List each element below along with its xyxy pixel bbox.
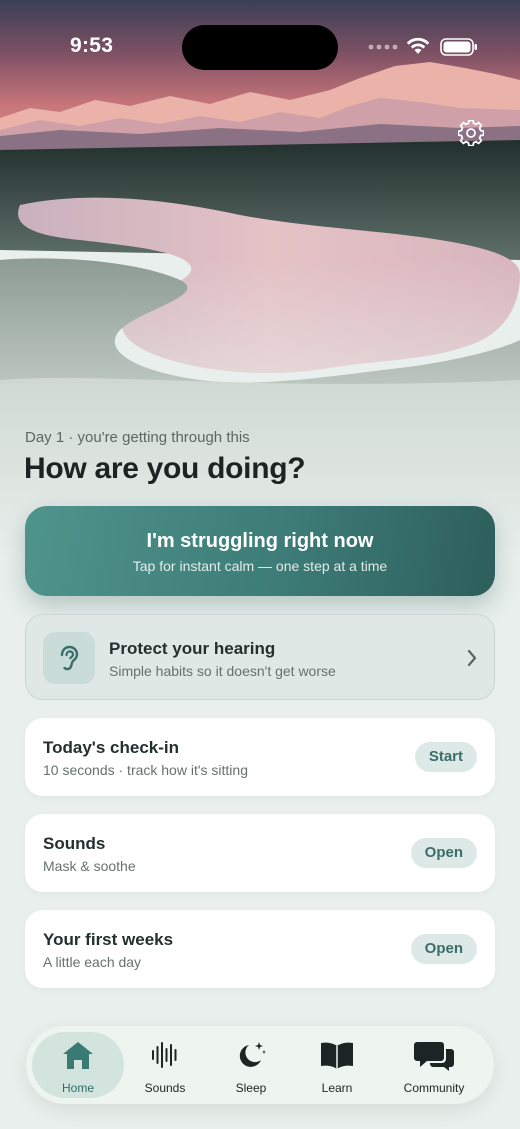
- sounds-card[interactable]: Sounds Mask & soothe Open: [25, 814, 495, 892]
- tab-community[interactable]: Community: [384, 1032, 484, 1098]
- start-button[interactable]: Start: [414, 742, 477, 772]
- struggling-subtitle: Tap for instant calm — one step at a tim…: [132, 558, 388, 574]
- page-title: How are you doing?: [24, 452, 306, 485]
- card-title: Your first weeks: [43, 930, 174, 949]
- sound-wave-icon: [152, 1042, 177, 1068]
- tab-home[interactable]: Home: [32, 1032, 124, 1098]
- struggling-button[interactable]: I'm struggling right now Tap for instant…: [25, 506, 495, 596]
- first-weeks-card[interactable]: Your first weeks A little each day Open: [25, 910, 495, 988]
- wifi-icon: [406, 37, 430, 54]
- tab-label: Community: [403, 1081, 465, 1095]
- checkin-card[interactable]: Today's check-in 10 seconds · track how …: [25, 718, 495, 796]
- battery-icon: [440, 38, 477, 56]
- hearing-subtitle: Simple habits so it doesn't get worse: [109, 663, 336, 679]
- tab-label: Sounds: [144, 1081, 186, 1095]
- tab-sounds[interactable]: Sounds: [126, 1032, 204, 1098]
- tab-label: Home: [61, 1081, 94, 1095]
- settings-button[interactable]: [456, 118, 486, 148]
- status-time: 9:53: [70, 34, 114, 57]
- tab-label: Sleep: [235, 1081, 267, 1095]
- open-button[interactable]: Open: [410, 934, 477, 964]
- cellular-dots-icon: [368, 44, 398, 50]
- tab-label: Learn: [321, 1081, 353, 1095]
- tab-bar: Home Sounds Sleep Learn Community: [26, 1026, 494, 1104]
- home-icon: [63, 1042, 93, 1069]
- status-icons: [368, 36, 480, 58]
- protect-hearing-card[interactable]: Protect your hearing Simple habits so it…: [25, 614, 495, 700]
- chevron-right-icon: [467, 649, 477, 667]
- ear-icon-container: [43, 632, 95, 684]
- struggling-title: I'm struggling right now: [146, 530, 374, 552]
- moon-stars-icon: [239, 1042, 266, 1067]
- tab-sleep[interactable]: Sleep: [212, 1032, 290, 1098]
- card-subtitle: A little each day: [43, 954, 142, 970]
- open-button[interactable]: Open: [410, 838, 477, 868]
- book-icon: [321, 1042, 353, 1069]
- tab-learn[interactable]: Learn: [298, 1032, 376, 1098]
- card-subtitle: 10 seconds · track how it's sitting: [43, 762, 248, 778]
- dynamic-island: [182, 25, 338, 70]
- ear-icon: [60, 645, 79, 671]
- card-subtitle: Mask & soothe: [43, 858, 136, 874]
- card-title: Today's check-in: [43, 738, 179, 757]
- gear-icon: [458, 120, 484, 146]
- card-title: Sounds: [43, 834, 106, 853]
- hearing-title: Protect your hearing: [109, 639, 276, 658]
- chat-bubbles-icon: [414, 1042, 454, 1071]
- day-label: Day 1 · you're getting through this: [25, 429, 250, 446]
